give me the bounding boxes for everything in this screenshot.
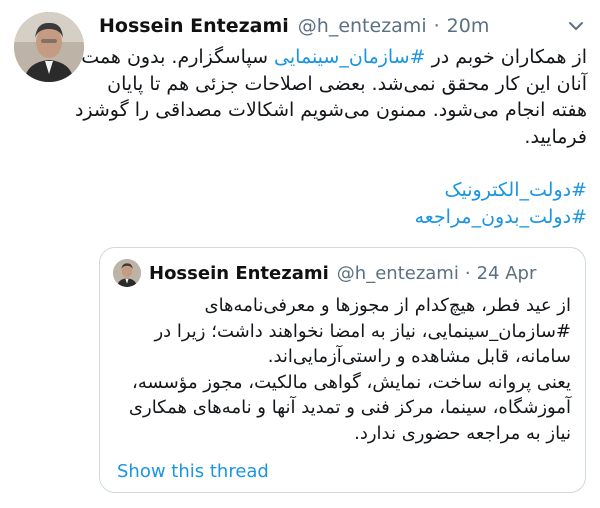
author-name[interactable]: Hossein Entezami	[99, 15, 289, 37]
separator-dot: ·	[464, 262, 471, 284]
quote-date[interactable]: 24 Apr	[477, 263, 537, 284]
hashtag-link[interactable]: #سازمان_سینمایی	[274, 46, 426, 68]
quote-line: نیاز به مراجعه حضوری ندارد.	[354, 422, 571, 444]
tweet-text: از همکاران خوبم در #سازمان_سینمایی سپاسگ…	[74, 44, 587, 150]
hashtag-link[interactable]: #دولت_الکترونیک	[99, 177, 587, 204]
hashtag-list: #دولت_الکترونیک #دولت_بدون_مراجعه	[99, 177, 587, 230]
quote-line: از عید فطر، هیچ‌کدام از مجوزها و معرفی‌ن…	[204, 295, 571, 316]
tweet[interactable]: Hossein Entezami @h_entezami · 20m از هم…	[0, 0, 600, 508]
separator-dot: ·	[433, 15, 440, 37]
avatar[interactable]	[14, 12, 84, 82]
quote-line: یعنی پروانه ساخت، نمایش، گواهی مالکیت، م…	[132, 371, 571, 393]
tweet-line: از همکاران خوبم در #سازمان_سینمایی سپاسگ…	[81, 46, 587, 68]
tweet-header: Hossein Entezami @h_entezami · 20m	[99, 12, 588, 40]
chevron-down-icon[interactable]	[564, 14, 588, 38]
hashtag-link[interactable]: #دولت_بدون_مراجعه	[99, 204, 587, 231]
quote-line: آموزشگاه، سینما، مرکز فنی و تمدید آنها و…	[128, 397, 571, 419]
quote-avatar[interactable]	[113, 259, 141, 287]
quote-text: از عید فطر، هیچ‌کدام از مجوزها و معرفی‌ن…	[112, 293, 571, 447]
tweet-line: هفته انجام می‌شود. ممنون می‌شویم اشکالات…	[74, 99, 587, 121]
quote-author-handle[interactable]: @h_entezami	[337, 263, 459, 284]
quote-line: #سازمان_سینمایی، نیاز به امضا نخواهند دا…	[154, 320, 571, 342]
tweet-time[interactable]: 20m	[447, 15, 490, 37]
tweet-line: آنان این کار محقق نمی‌شد. بعضی اصلاحات ج…	[107, 72, 587, 95]
show-thread-link[interactable]: Show this thread	[117, 461, 269, 482]
author-handle[interactable]: @h_entezami	[298, 15, 427, 37]
quote-author-name[interactable]: Hossein Entezami	[149, 263, 329, 284]
quote-header: Hossein Entezami @h_entezami · 24 Apr	[113, 258, 575, 288]
tweet-line: فرمایید.	[524, 125, 587, 148]
quote-tweet-card[interactable]: Hossein Entezami @h_entezami · 24 Apr از…	[99, 247, 586, 493]
quote-line: سامانه، قابل مشاهده و راستی‌آزمایی‌اند.	[267, 346, 571, 368]
